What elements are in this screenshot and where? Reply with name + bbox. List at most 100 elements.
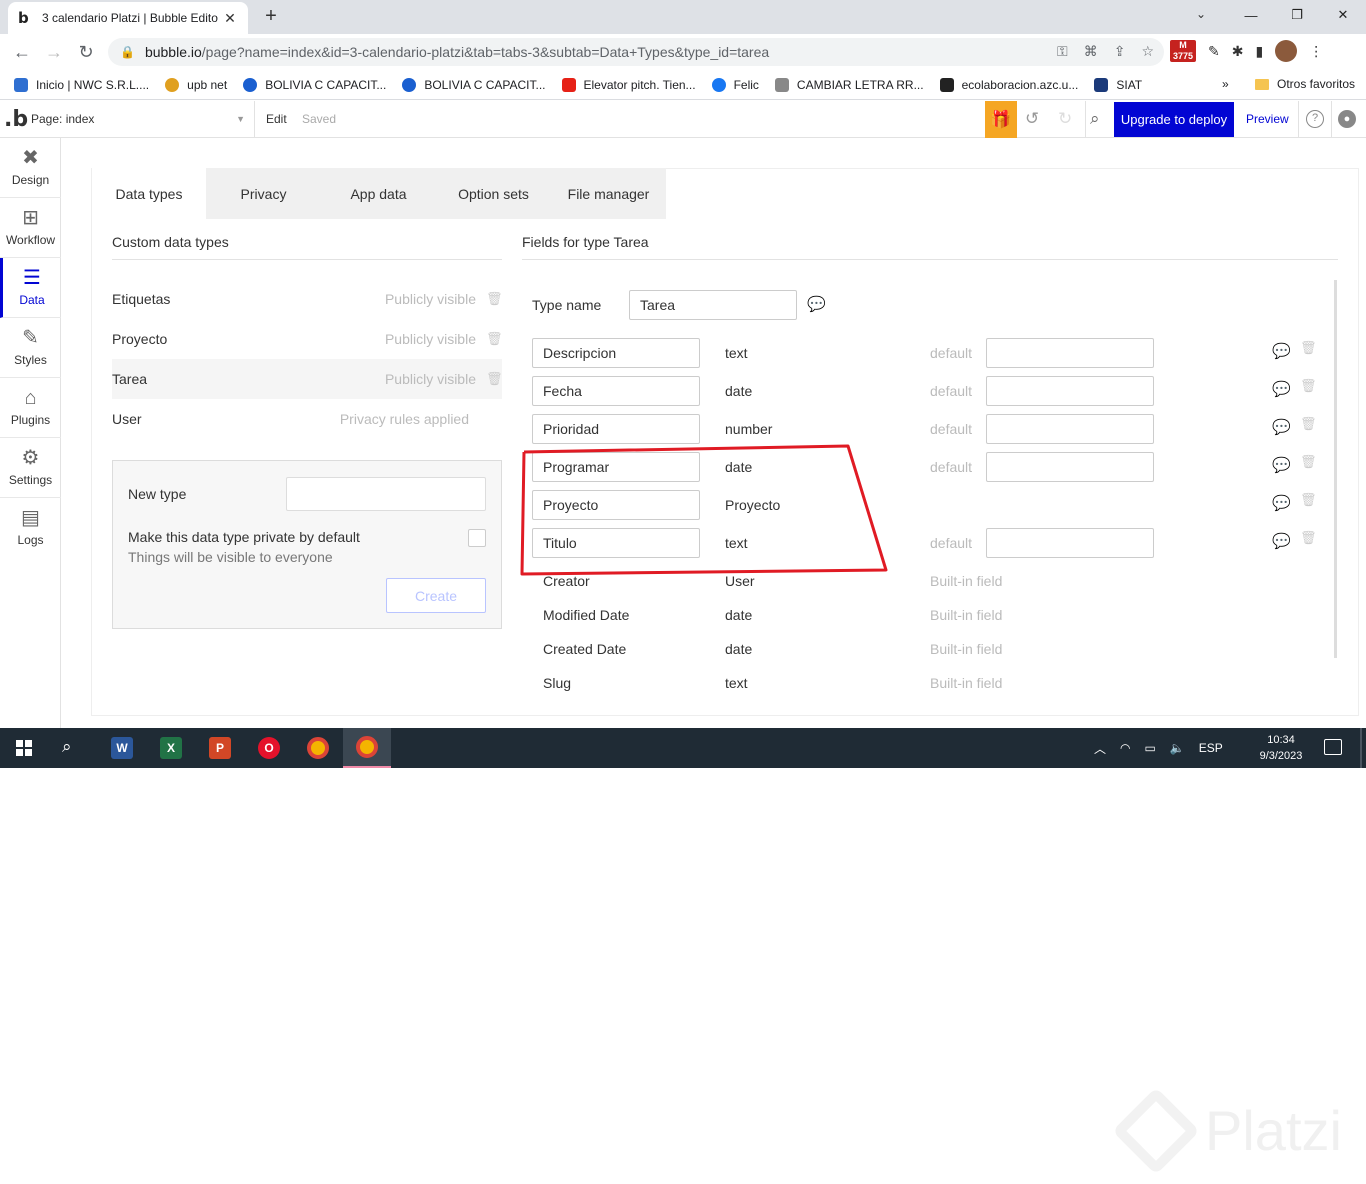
key-icon[interactable]: ⚿ <box>1057 43 1068 60</box>
comment-icon[interactable]: 💬 <box>1272 456 1291 474</box>
trash-icon[interactable]: 🗑 <box>1300 416 1317 432</box>
undo-icon[interactable]: ↺ <box>1025 109 1039 129</box>
bookmark[interactable]: Felic <box>711 77 759 92</box>
windows-start-icon[interactable] <box>16 740 32 756</box>
opera-app-icon[interactable]: O <box>245 728 293 768</box>
tab-option-sets[interactable]: Option sets <box>436 168 551 219</box>
gmail-extension-icon[interactable]: M 3775 <box>1170 40 1196 62</box>
trash-icon[interactable]: 🗑 <box>486 331 503 347</box>
volume-icon[interactable]: 🔈 <box>1170 741 1185 755</box>
data-type-row[interactable]: Proyecto Publicly visible 🗑 <box>112 319 503 359</box>
default-value-input[interactable] <box>986 338 1154 368</box>
field-type[interactable]: text <box>725 338 748 368</box>
field-type[interactable]: Proyecto <box>725 490 780 520</box>
trash-icon[interactable]: 🗑 <box>1300 340 1317 356</box>
help-icon[interactable]: ? <box>1306 110 1324 128</box>
close-window-icon[interactable]: ✕ <box>1320 0 1366 30</box>
field-name-input[interactable]: Prioridad <box>532 414 700 444</box>
trash-icon[interactable]: 🗑 <box>486 371 503 387</box>
field-type[interactable]: text <box>725 528 748 558</box>
sidepanel-icon[interactable]: ▮ <box>1255 43 1263 60</box>
reload-icon[interactable]: ↻ <box>70 42 102 63</box>
puzzle-icon[interactable]: ✱ <box>1232 43 1244 60</box>
sidebar-item-plugins[interactable]: ⌂ Plugins <box>0 378 61 438</box>
field-name-input[interactable]: Fecha <box>532 376 700 406</box>
new-tab-icon[interactable]: + <box>260 5 282 28</box>
browser-tab[interactable]: b 3 calendario Platzi | Bubble Edito ✕ <box>8 2 248 34</box>
other-bookmarks-folder[interactable]: Otros favoritos <box>1255 77 1355 91</box>
chevron-up-icon[interactable]: ︿ <box>1094 740 1106 757</box>
data-type-row[interactable]: User Privacy rules applied <box>112 399 502 439</box>
comment-icon[interactable]: 💬 <box>1272 418 1291 436</box>
profile-avatar[interactable] <box>1275 40 1298 62</box>
trash-icon[interactable]: 🗑 <box>1300 492 1317 508</box>
default-value-input[interactable] <box>986 528 1154 558</box>
edit-menu[interactable]: Edit <box>266 112 287 126</box>
bookmark[interactable]: Elevator pitch. Tien... <box>561 77 696 92</box>
preview-button[interactable]: Preview <box>1246 112 1289 126</box>
upgrade-to-deploy-button[interactable]: Upgrade to deploy <box>1114 102 1234 137</box>
restore-icon[interactable]: ❐ <box>1274 0 1320 30</box>
clock[interactable]: 10:34 9/3/2023 <box>1256 732 1306 764</box>
data-type-row-selected[interactable]: Tarea Publicly visible 🗑 <box>112 359 503 399</box>
star-icon[interactable]: ☆ <box>1141 43 1154 60</box>
chrome-app-icon-active[interactable] <box>343 728 391 768</box>
close-tab-icon[interactable]: ✕ <box>222 10 238 27</box>
field-name-input[interactable]: Programar <box>532 452 700 482</box>
default-value-input[interactable] <box>986 376 1154 406</box>
language-indicator[interactable]: ESP <box>1199 741 1223 755</box>
bubble-logo-icon[interactable]: .b <box>4 107 28 132</box>
search-icon[interactable]: ⌕ <box>1090 109 1100 129</box>
sidebar-item-data[interactable]: ☰ Data <box>0 258 61 318</box>
tab-file-manager[interactable]: File manager <box>551 168 666 219</box>
new-type-input[interactable] <box>286 477 486 511</box>
url-field[interactable]: 🔒 bubble.io/page?name=index&id=3-calenda… <box>108 38 1164 66</box>
bookmark[interactable]: ecolaboracion.azc.u... <box>939 77 1078 92</box>
field-name-input[interactable]: Descripcion <box>532 338 700 368</box>
excel-app-icon[interactable]: X <box>147 728 195 768</box>
tab-search-chevron-icon[interactable]: ⌄ <box>1196 7 1206 21</box>
trash-icon[interactable]: 🗑 <box>486 291 503 307</box>
bookmark[interactable]: BOLIVIA C CAPACIT... <box>402 77 546 92</box>
redo-icon[interactable]: ↻ <box>1058 109 1072 129</box>
comment-icon[interactable]: 💬 <box>807 295 826 313</box>
tab-privacy[interactable]: Privacy <box>206 168 321 219</box>
trash-icon[interactable]: 🗑 <box>1300 378 1317 394</box>
field-type[interactable]: date <box>725 452 752 482</box>
search-icon[interactable]: ⌕ <box>62 737 72 757</box>
field-name-input[interactable]: Proyecto <box>532 490 700 520</box>
bookmark[interactable]: Inicio | NWC S.R.L.... <box>14 77 149 92</box>
page-selector[interactable]: Page: index ▼ <box>31 112 245 126</box>
tab-data-types[interactable]: Data types <box>92 168 206 219</box>
default-value-input[interactable] <box>986 414 1154 444</box>
wifi-icon[interactable]: ◠ <box>1120 741 1130 755</box>
gift-icon[interactable]: 🎁 <box>985 101 1017 138</box>
tab-app-data[interactable]: App data <box>321 168 436 219</box>
sidebar-item-logs[interactable]: ▤ Logs <box>0 498 61 558</box>
create-button[interactable]: Create <box>386 578 486 613</box>
bookmark[interactable]: upb net <box>165 77 227 92</box>
forward-arrow-icon[interactable]: → <box>38 42 70 63</box>
sidebar-item-styles[interactable]: ✎ Styles <box>0 318 61 378</box>
sidebar-item-settings[interactable]: ⚙ Settings <box>0 438 61 498</box>
more-bookmarks-button[interactable]: » <box>1222 77 1229 91</box>
account-icon[interactable]: ● <box>1338 110 1356 128</box>
notification-icon[interactable] <box>1324 739 1342 755</box>
comment-icon[interactable]: 💬 <box>1272 342 1291 360</box>
comment-icon[interactable]: 💬 <box>1272 380 1291 398</box>
trash-icon[interactable]: 🗑 <box>1300 454 1317 470</box>
sidebar-item-workflow[interactable]: ⊞ Workflow <box>0 198 61 258</box>
powerpoint-app-icon[interactable]: P <box>196 728 244 768</box>
data-type-row[interactable]: Etiquetas Publicly visible 🗑 <box>112 279 503 319</box>
comment-icon[interactable]: 💬 <box>1272 532 1291 550</box>
comment-icon[interactable]: 💬 <box>1272 494 1291 512</box>
field-type[interactable]: date <box>725 376 752 406</box>
sidebar-item-design[interactable]: ✖ Design <box>0 138 61 198</box>
share-icon[interactable]: ⇪ <box>1114 43 1126 60</box>
bookmark[interactable]: BOLIVIA C CAPACIT... <box>243 77 386 92</box>
back-arrow-icon[interactable]: ← <box>6 42 38 63</box>
translate-icon[interactable]: ⌘ <box>1084 43 1098 60</box>
scrollbar[interactable] <box>1334 280 1337 658</box>
field-name-input[interactable]: Titulo <box>532 528 700 558</box>
word-app-icon[interactable]: W <box>98 728 146 768</box>
